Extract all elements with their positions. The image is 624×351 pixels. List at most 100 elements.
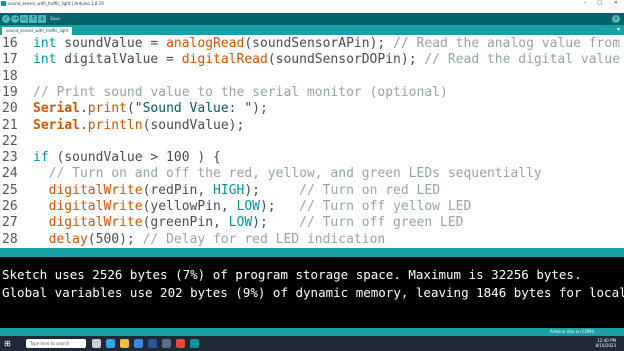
chrome-icon[interactable] (176, 339, 185, 348)
code-text: digitalWrite(greenPin, LOW); // Turn off… (33, 215, 464, 231)
tab-bar: sound_sensor_with_traffic_light ▾ (0, 25, 624, 35)
output-console: Sketch uses 2526 bytes (7%) of program s… (0, 257, 624, 328)
save-button[interactable]: ↓ (38, 15, 46, 23)
code-token: int (33, 52, 57, 68)
code-token: // Turn off yellow LED (299, 199, 472, 214)
code-token: (500); (87, 231, 143, 247)
arrow-up-icon: ↑ (30, 15, 36, 22)
code-token: // Print sound value to the serial monit… (33, 84, 448, 100)
code-token: // Delay for red LED indication (142, 231, 386, 247)
status-bar: Arduino Uno on COM4 (0, 328, 624, 336)
tab-menu-icon[interactable]: ▾ (617, 26, 620, 34)
line-number: 23 (2, 150, 18, 166)
magnifier-icon: ⌕ (614, 15, 618, 22)
toolbar: ✓ → ▫ ↑ ↓ Save ⌕ (0, 13, 624, 25)
code-line[interactable]: 24 // Turn on and off the red, yellow, a… (0, 166, 624, 182)
code-line[interactable]: 23 if (soundValue > 100 ) { (0, 150, 624, 166)
code-line[interactable]: 28 delay(500); // Delay for red LED indi… (0, 232, 624, 248)
code-line[interactable]: 25 digitalWrite(redPin, HIGH); // Turn o… (0, 183, 624, 199)
code-token: Serial (33, 117, 80, 133)
code-line[interactable]: 19 // Print sound value to the serial mon… (0, 85, 624, 101)
code-token: if (33, 150, 49, 166)
serial-monitor-button[interactable]: ⌕ (612, 15, 620, 23)
mail-icon[interactable] (134, 339, 143, 348)
code-text: Serial.println(soundValue); (33, 118, 244, 134)
code-token: . (79, 101, 88, 117)
line-number: 27 (2, 215, 18, 231)
store-icon[interactable] (162, 339, 171, 348)
taskbar: ⊞ Type here to search 12:40 PM 8/10/2023 (0, 336, 624, 351)
line-number: 19 (2, 84, 18, 100)
file-explorer-icon[interactable] (120, 339, 129, 348)
code-text: // Print sound value to the serial monit… (33, 85, 448, 101)
line-number: 16 (2, 36, 18, 51)
line-number: 28 (2, 231, 18, 247)
line-number: 18 (2, 68, 18, 84)
checkmark-icon: ✓ (3, 15, 9, 22)
arrow-down-icon: ↓ (39, 15, 45, 22)
new-button[interactable]: ▫ (20, 15, 28, 23)
open-button[interactable]: ↑ (29, 15, 37, 23)
close-icon[interactable]: ✕ (614, 0, 618, 7)
code-line[interactable]: 16 int soundValue = analogRead(soundSenso… (0, 36, 624, 52)
code-token: (yellowPin, (142, 199, 237, 214)
code-token: // Turn on red LED (299, 182, 441, 198)
line-number: 25 (2, 182, 18, 198)
code-token: // Turn on and off the red, yellow, and … (33, 166, 542, 182)
code-token: digitalValue = (56, 52, 182, 68)
code-text: int soundValue = analogRead(soundSensorA… (33, 36, 624, 52)
code-text: Serial.print("Sound Value: "); (33, 101, 268, 117)
toolbar-hover-label: Save (50, 16, 60, 21)
line-number: 20 (2, 101, 18, 117)
verify-button[interactable]: ✓ (2, 15, 10, 23)
code-token: ); (252, 215, 300, 231)
code-text: if (soundValue > 100 ) { (33, 150, 221, 166)
code-token: . (79, 117, 88, 133)
code-token: LOW (228, 215, 253, 231)
task-view-icon[interactable] (92, 339, 101, 348)
code-text: // Turn on and off the red, yellow, and … (33, 166, 542, 182)
taskbar-search-input[interactable]: Type here to search (26, 339, 86, 348)
code-token: int (33, 36, 57, 51)
edge-icon[interactable] (106, 339, 115, 348)
code-line[interactable]: 27 digitalWrite(greenPin, LOW); // Turn … (0, 215, 624, 231)
code-token: ); (259, 199, 300, 214)
arduino-icon[interactable] (190, 339, 199, 348)
code-token: (redPin, (142, 182, 214, 198)
code-text: digitalWrite(yellowPin, LOW); // Turn of… (33, 199, 472, 215)
code-token: (greenPin, (142, 215, 229, 231)
code-token: delay (48, 231, 88, 247)
system-clock[interactable]: 12:40 PM 8/10/2023 (595, 338, 616, 348)
line-number: 24 (2, 166, 18, 182)
code-token: soundValue = (56, 36, 167, 51)
code-token: (soundValue > 100 ) { (48, 150, 221, 166)
code-token: "Sound Value: " (134, 101, 253, 117)
code-line[interactable]: 18 (0, 69, 624, 85)
tab-sketch[interactable]: sound_sensor_with_traffic_light (2, 27, 73, 35)
code-token: analogRead (166, 36, 245, 51)
window-title: sound_sensor_with_traffic_light | Arduin… (8, 1, 104, 6)
code-token: digitalWrite (48, 199, 143, 214)
code-editor[interactable]: 16 int soundValue = analogRead(soundSenso… (0, 35, 624, 248)
code-token: (soundSensorAPin); (244, 36, 394, 51)
code-line[interactable]: 20 Serial.print("Sound Value: "); (0, 101, 624, 117)
windows-start-icon[interactable]: ⊞ (4, 339, 14, 348)
code-token: print (87, 101, 127, 117)
upload-button[interactable]: → (11, 15, 19, 23)
editor-console-divider[interactable] (0, 248, 624, 257)
code-token: ); (244, 182, 300, 198)
code-text: delay(500); // Delay for red LED indicat… (33, 231, 386, 248)
code-text: digitalWrite(redPin, HIGH); // Turn on r… (33, 183, 440, 199)
code-line[interactable]: 22 (0, 134, 624, 150)
word-icon[interactable] (148, 339, 157, 348)
maximize-icon[interactable]: □ (597, 0, 602, 7)
code-line[interactable]: 26 digitalWrite(yellowPin, LOW); // Turn… (0, 199, 624, 215)
code-line[interactable]: 17 int digitalValue = digitalRead(soundSe… (0, 52, 624, 68)
code-token: ( (126, 101, 135, 117)
code-line[interactable]: 21 Serial.println(soundValue); (0, 118, 624, 134)
code-token: Serial (33, 101, 80, 117)
minimize-icon[interactable]: – (584, 0, 587, 7)
